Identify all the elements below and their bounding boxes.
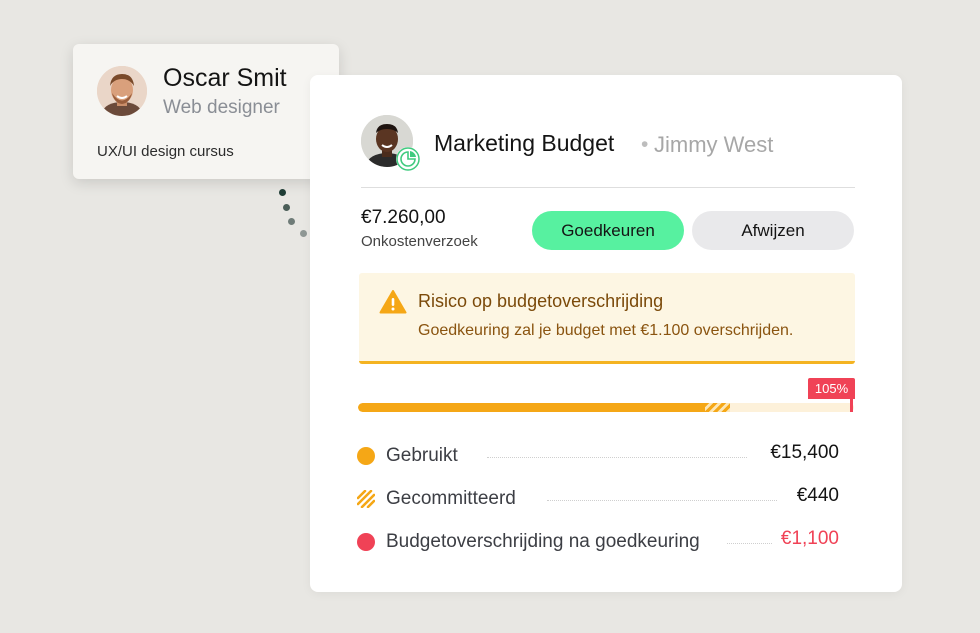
warning-icon <box>379 289 407 315</box>
person-avatar-icon <box>97 66 147 116</box>
leader-line <box>487 457 747 458</box>
budget-warning-alert: Risico op budgetoverschrijding Goedkeuri… <box>359 273 855 364</box>
request-type-label: Onkostenverzoek <box>361 233 478 250</box>
avatar <box>97 66 147 116</box>
leader-line <box>727 543 772 544</box>
profile-card: Oscar Smit Web designer UX/UI design cur… <box>73 44 339 179</box>
legend-label: Budgetoverschrijding na goedkeuring <box>386 531 700 552</box>
progress-committed-segment <box>705 403 730 412</box>
overrun-dot-icon <box>357 533 375 551</box>
legend-value: €1,100 <box>780 528 839 549</box>
legend-value: €15,400 <box>770 442 839 463</box>
profile-name: Oscar Smit <box>163 64 287 92</box>
progress-used-segment <box>358 403 706 412</box>
reject-button[interactable]: Afwijzen <box>692 211 854 250</box>
title-separator: • <box>641 133 649 156</box>
legend-value: €440 <box>796 485 839 506</box>
legend-row-used: Gebruikt €15,400 <box>357 441 839 471</box>
request-amount: €7.260,00 <box>361 207 446 228</box>
budget-percent-badge: 105% <box>808 378 855 399</box>
requester-name: Jimmy West <box>654 132 774 157</box>
profile-role: Web designer <box>163 97 280 118</box>
connector-dot <box>300 230 307 237</box>
connector-dot <box>283 204 290 211</box>
divider <box>361 187 855 188</box>
legend-label: Gecommitteerd <box>386 488 516 509</box>
profile-course: UX/UI design cursus <box>97 143 234 160</box>
approve-button[interactable]: Goedkeuren <box>532 211 684 250</box>
legend-label: Gebruikt <box>386 445 458 466</box>
stripes-icon <box>356 489 376 509</box>
connector-dot <box>279 189 286 196</box>
connector-dot <box>288 218 295 225</box>
alert-title: Risico op budgetoverschrijding <box>418 291 664 311</box>
legend-row-overrun: Budgetoverschrijding na goedkeuring €1,1… <box>357 527 839 557</box>
used-dot-icon <box>357 447 375 465</box>
leader-line <box>547 500 777 501</box>
legend-row-committed: Gecommitteerd €440 <box>356 484 839 514</box>
page-title: Marketing Budget <box>434 130 615 156</box>
pie-chart-icon <box>396 147 420 171</box>
budget-request-card: Marketing Budget • Jimmy West €7.260,00 … <box>310 75 902 592</box>
budget-progress-bar <box>358 403 854 412</box>
budget-limit-marker <box>850 378 853 412</box>
alert-message: Goedkeuring zal je budget met €1.100 ove… <box>418 322 794 339</box>
